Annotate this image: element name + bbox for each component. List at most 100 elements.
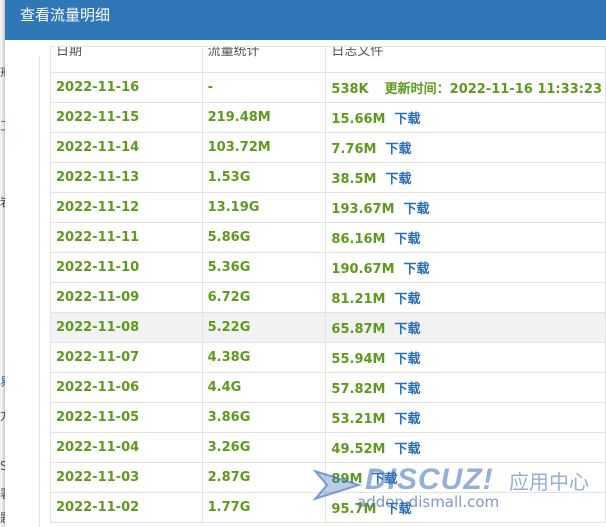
cell-traffic: 5.22G — [201, 312, 327, 343]
download-link[interactable]: 下载 — [404, 202, 430, 217]
cell-date: 2022-11-14 — [50, 132, 203, 163]
log-file-size: 193.67M — [331, 202, 395, 217]
log-file-size: 86.16M — [331, 232, 386, 247]
cell-date: 2022-11-07 — [50, 342, 203, 373]
download-link[interactable]: 下载 — [394, 412, 420, 427]
download-link[interactable]: 下载 — [385, 502, 411, 517]
cell-log-file: 57.82M 下载 — [325, 372, 606, 403]
update-time-value: 2022-11-16 11:33:23 — [449, 82, 603, 97]
cell-date: 2022-11-16 — [50, 72, 203, 103]
table-row: 2022-11-16-538K 更新时间：2022-11-16 11:33:23 — [50, 72, 606, 103]
table-row: 2022-11-14 103.72M 7.76M 下载 — [50, 132, 606, 163]
log-file-size: 190.67M — [331, 262, 395, 277]
cell-log-file: 65.87M 下载 — [325, 312, 606, 343]
download-link[interactable]: 下载 — [385, 172, 411, 187]
cell-date: 2022-11-04 — [50, 432, 203, 463]
cell-traffic: 3.26G — [201, 432, 327, 463]
cell-log-file: 86.16M 下载 — [325, 222, 606, 253]
download-link[interactable]: 下载 — [371, 472, 397, 487]
table-row: 2022-11-13 1.53G 38.5M 下载 — [50, 162, 606, 193]
table-row: 2022-11-07 4.38G 55.94M 下载 — [50, 342, 606, 373]
log-file-size: 81.21M — [331, 292, 386, 307]
cell-traffic: 1.77G — [201, 492, 327, 523]
cell-traffic: 103.72M — [201, 132, 327, 163]
download-link[interactable]: 下载 — [394, 232, 420, 247]
download-link[interactable]: 下载 — [394, 112, 420, 127]
cell-log-file: 55.94M 下载 — [325, 342, 606, 373]
cell-traffic: 4.38G — [201, 342, 327, 373]
cell-log-file: 15.66M 下载 — [325, 102, 606, 133]
column-header-traffic: 流量统计 — [201, 46, 327, 73]
cell-date: 2022-11-11 — [50, 222, 203, 253]
table-row: 2022-11-04 3.26G 49.52M 下载 — [50, 432, 606, 463]
download-link[interactable]: 下载 — [394, 352, 420, 367]
cell-log-file: 538K 更新时间：2022-11-16 11:33:23 — [325, 72, 606, 103]
cell-log-file: 49.52M 下载 — [325, 432, 606, 463]
cell-traffic: - — [201, 72, 327, 103]
log-file-size: 65.87M — [331, 322, 386, 337]
cell-traffic: 2.87G — [201, 462, 327, 493]
log-file-size: 538K — [331, 82, 369, 97]
column-header-date: 日期 — [50, 46, 203, 73]
log-file-size: 95.7M — [331, 502, 377, 517]
log-file-size: 15.66M — [331, 112, 386, 127]
log-file-size: 49.52M — [331, 442, 386, 457]
table-row: 2022-11-15 219.48M 15.66M 下载 — [50, 102, 606, 133]
cell-date: 2022-11-05 — [50, 402, 203, 433]
table-row: 2022-11-09 6.72G 81.21M 下载 — [50, 282, 606, 313]
cell-traffic: 6.72G — [201, 282, 327, 313]
download-link[interactable]: 下载 — [394, 322, 420, 337]
dialog-scroll-area[interactable]: 日期 流量统计 日志文件 2022-11-16-538K 更新时间：2022-11… — [5, 40, 606, 527]
cell-log-file: 190.67M 下载 — [325, 252, 606, 283]
table-row: 2022-11-10 5.36G 190.67M 下载 — [50, 252, 606, 283]
cell-traffic: 5.36G — [201, 252, 327, 283]
download-link[interactable]: 下载 — [394, 442, 420, 457]
table-header-row: 日期 流量统计 日志文件 — [50, 46, 606, 73]
cell-log-file: 193.67M 下载 — [325, 192, 606, 223]
cell-date: 2022-11-09 — [50, 282, 203, 313]
update-time: 更新时间：2022-11-16 11:33:23 — [385, 82, 602, 97]
log-file-size: 7.76M — [331, 142, 377, 157]
cell-date: 2022-11-15 — [50, 102, 203, 133]
table-row: 2022-11-12 13.19G 193.67M 下载 — [50, 192, 606, 223]
cell-date: 2022-11-08 — [50, 312, 203, 343]
update-time-label: 更新时间： — [384, 82, 450, 97]
table-row: 2022-11-08 5.22G 65.87M 下载 — [50, 312, 606, 343]
table-row: 2022-11-02 1.77G 95.7M 下载 — [50, 492, 606, 523]
traffic-table: 日期 流量统计 日志文件 2022-11-16-538K 更新时间：2022-11… — [50, 46, 606, 523]
cell-date: 2022-11-12 — [50, 192, 203, 223]
cell-log-file: 89M 下载 — [325, 462, 606, 493]
column-header-log-file: 日志文件 — [325, 46, 606, 73]
cell-traffic: 1.53G — [201, 162, 327, 193]
table-row: 2022-11-03 2.87G 89M 下载 — [50, 462, 606, 493]
table-row: 2022-11-11 5.86G 86.16M 下载 — [50, 222, 606, 253]
cell-traffic: 13.19G — [201, 192, 327, 223]
cell-log-file: 7.76M 下载 — [325, 132, 606, 163]
divider — [39, 56, 40, 527]
table-row: 2022-11-06 4.4G 57.82M 下载 — [50, 372, 606, 403]
cell-traffic: 4.4G — [201, 372, 327, 403]
download-link[interactable]: 下载 — [394, 382, 420, 397]
dialog-title: 查看流量明细 — [20, 6, 111, 24]
cell-traffic: 3.86G — [201, 402, 327, 433]
cell-log-file: 53.21M 下载 — [325, 402, 606, 433]
cell-date: 2022-11-10 — [50, 252, 203, 283]
cell-date: 2022-11-13 — [50, 162, 203, 193]
log-file-size: 89M — [331, 472, 363, 487]
download-link[interactable]: 下载 — [404, 262, 430, 277]
download-link[interactable]: 下载 — [394, 292, 420, 307]
cell-log-file: 81.21M 下载 — [325, 282, 606, 313]
cell-traffic: 219.48M — [201, 102, 327, 133]
download-link[interactable]: 下载 — [385, 142, 411, 157]
table-row: 2022-11-05 3.86G 53.21M 下载 — [50, 402, 606, 433]
log-file-size: 38.5M — [331, 172, 377, 187]
cell-date: 2022-11-03 — [50, 462, 203, 493]
cell-log-file: 95.7M 下载 — [325, 492, 606, 523]
log-file-size: 55.94M — [331, 352, 386, 367]
traffic-detail-dialog: 查看流量明细 日期 流量统计 日志文件 2022-11-16-538K 更新时间：… — [5, 0, 606, 527]
cell-date: 2022-11-02 — [50, 492, 203, 523]
log-file-size: 53.21M — [331, 412, 386, 427]
cell-log-file: 38.5M 下载 — [325, 162, 606, 193]
dialog-titlebar[interactable]: 查看流量明细 — [5, 0, 606, 40]
log-file-size: 57.82M — [331, 382, 386, 397]
